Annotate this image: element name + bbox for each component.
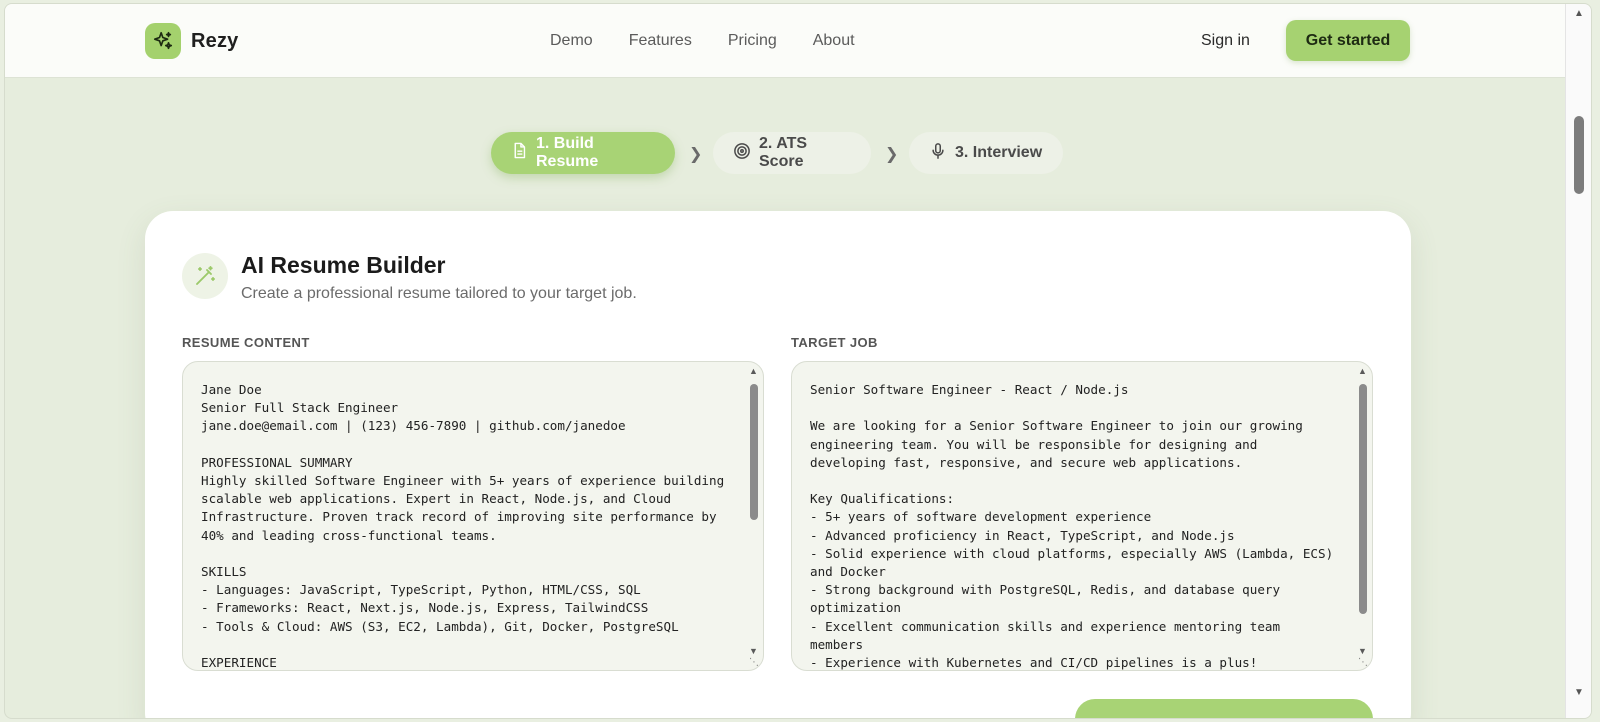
step-label: 2. ATS Score: [759, 135, 808, 170]
page-scrollbar[interactable]: ▲ ▼: [1565, 4, 1591, 718]
resume-builder-card: AI Resume Builder Create a professional …: [145, 211, 1411, 718]
document-icon: [511, 142, 528, 164]
brand-logo[interactable]: Rezy: [145, 23, 239, 59]
scrollbar-thumb[interactable]: [1359, 384, 1367, 614]
resume-content-textarea[interactable]: Jane Doe Senior Full Stack Engineer jane…: [182, 361, 764, 671]
step-build-resume[interactable]: 1. Build Resume: [491, 132, 675, 174]
card-title: AI Resume Builder: [241, 252, 446, 278]
scrollbar-thumb[interactable]: [750, 384, 758, 520]
brand-name: Rezy: [191, 29, 239, 52]
target-job-label: TARGET JOB: [791, 335, 878, 350]
microphone-icon: [929, 142, 947, 165]
scroll-down-arrow-icon[interactable]: ▼: [1358, 646, 1367, 656]
textarea-scrollbar[interactable]: ▲ ▼: [747, 366, 761, 656]
step-interview[interactable]: 3. Interview: [909, 132, 1063, 174]
generate-button[interactable]: [1075, 699, 1373, 718]
get-started-button[interactable]: Get started: [1286, 20, 1410, 61]
scroll-up-arrow-icon[interactable]: ▲: [1574, 8, 1584, 19]
step-label: 3. Interview: [955, 144, 1043, 161]
nav-link-demo[interactable]: Demo: [550, 32, 593, 50]
target-job-textarea[interactable]: Senior Software Engineer - React / Node.…: [791, 361, 1373, 671]
target-job-text[interactable]: Senior Software Engineer - React / Node.…: [810, 381, 1342, 670]
top-navbar: Rezy Demo Features Pricing About Sign in…: [5, 4, 1565, 78]
sign-in-link[interactable]: Sign in: [1201, 32, 1250, 50]
card-subtitle: Create a professional resume tailored to…: [241, 285, 637, 302]
sparkle-icon: [145, 23, 181, 59]
scroll-down-arrow-icon[interactable]: ▼: [749, 646, 758, 656]
scroll-down-arrow-icon[interactable]: ▼: [1574, 687, 1584, 698]
chevron-right-icon: ❯: [689, 146, 703, 163]
scroll-up-arrow-icon[interactable]: ▲: [749, 366, 758, 376]
progress-stepper: 1. Build Resume ❯ 2. ATS Score ❯ 3. Inte…: [5, 132, 1565, 174]
textarea-scrollbar[interactable]: ▲ ▼: [1356, 366, 1370, 656]
browser-viewport: Rezy Demo Features Pricing About Sign in…: [4, 3, 1592, 719]
step-label: 1. Build Resume: [536, 135, 599, 170]
page-scrollbar-thumb[interactable]: [1574, 116, 1584, 194]
nav-link-pricing[interactable]: Pricing: [728, 32, 777, 50]
nav-links: Demo Features Pricing About: [550, 32, 855, 50]
target-icon: [733, 142, 751, 165]
resume-content-text[interactable]: Jane Doe Senior Full Stack Engineer jane…: [201, 381, 733, 670]
chevron-right-icon: ❯: [885, 146, 899, 163]
resume-content-label: RESUME CONTENT: [182, 335, 310, 350]
nav-link-about[interactable]: About: [813, 32, 855, 50]
scroll-up-arrow-icon[interactable]: ▲: [1358, 366, 1367, 376]
step-ats-score[interactable]: 2. ATS Score: [713, 132, 871, 174]
nav-link-features[interactable]: Features: [629, 32, 692, 50]
resize-handle-icon[interactable]: ⋱: [1358, 657, 1368, 668]
resize-handle-icon[interactable]: ⋱: [749, 657, 759, 668]
magic-wand-icon: [182, 253, 228, 299]
